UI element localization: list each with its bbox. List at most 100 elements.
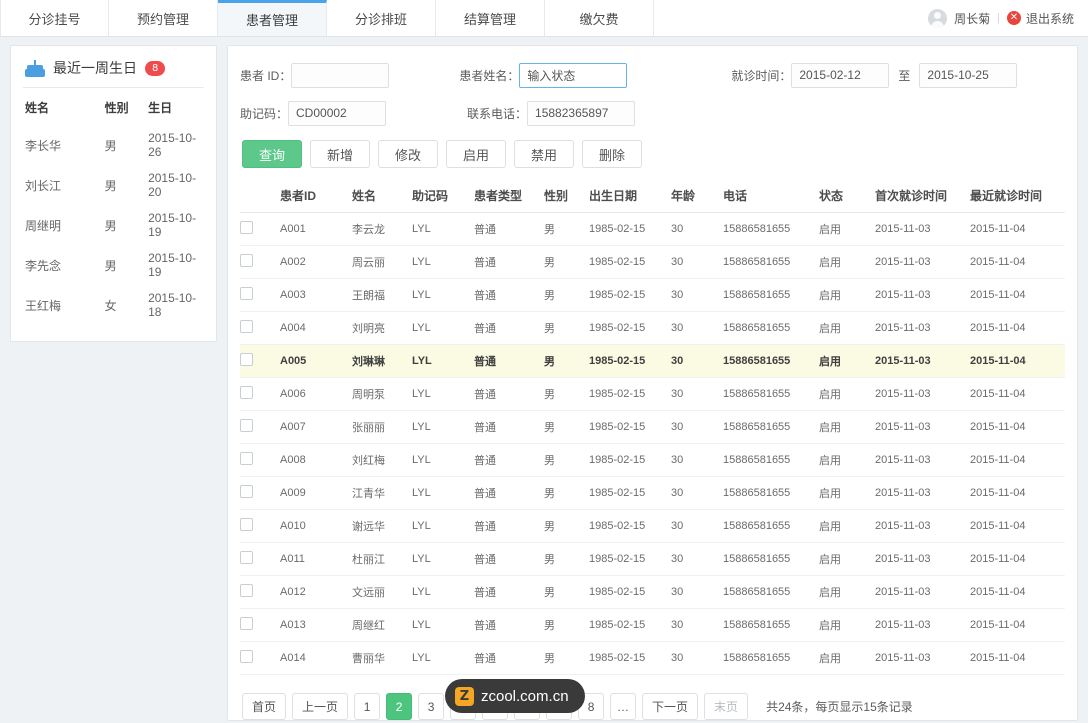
cell-last-visit: 2015-11-04 — [970, 245, 1065, 279]
cell-mnemonic: LYL — [412, 608, 474, 642]
table-row[interactable]: A010 谢远华 LYL 普通男 1985-02-15 30 15886581655 启用 20… — [240, 509, 1065, 543]
mnemonic-label: 助记码： — [240, 106, 289, 121]
tab-label: 缴欠费 — [579, 11, 619, 27]
top-navigation-bar: 分诊挂号 预约管理 患者管理 分诊排班 结算管理 缴欠费 周长菊 | ✕ 退出系… — [0, 0, 1088, 37]
cell-last-visit: 2015-11-04 — [970, 608, 1065, 642]
table-row[interactable]: A003 王朗福 LYL 普通男 1985-02-15 30 15886581655 启用 20… — [240, 278, 1065, 312]
tab-huanzhe-guanli[interactable]: 患者管理 — [218, 0, 327, 36]
col-patient-id: 患者ID — [280, 180, 352, 213]
table-row[interactable]: A004 刘明亮 LYL 普通男 1985-02-15 30 15886581655 启用 20… — [240, 311, 1065, 345]
table-row[interactable]: A006 周明泵 LYL 普通男 1985-02-15 30 15886581655 启用 20… — [240, 377, 1065, 411]
table-row[interactable]: A008 刘红梅 LYL 普通男 1985-02-15 30 15886581655 启用 20… — [240, 443, 1065, 477]
disable-button[interactable]: 禁用 — [514, 140, 574, 168]
next-page-button[interactable]: 下一页 — [642, 693, 699, 720]
cell-mnemonic: LYL — [412, 443, 474, 477]
row-checkbox[interactable] — [240, 221, 253, 234]
row-checkbox-cell — [240, 641, 280, 675]
cell-mnemonic: LYL — [412, 641, 474, 675]
table-row[interactable]: A007 张丽丽 LYL 普通男 1985-02-15 30 15886581655 启用 20… — [240, 410, 1065, 444]
table-row[interactable]: A001 李云龙 LYL 普通男 1985-02-15 30 15886581655 启用 20… — [240, 212, 1065, 246]
table-row[interactable]: A014 曹丽华 LYL 普通男 1985-02-15 30 15886581655 启用 20… — [240, 641, 1065, 675]
first-page-button[interactable]: 首页 — [242, 693, 287, 720]
enable-button[interactable]: 启用 — [446, 140, 506, 168]
cell-phone: 15886581655 — [723, 311, 819, 345]
tab-yuyue-guanli[interactable]: 预约管理 — [109, 0, 218, 36]
row-checkbox[interactable] — [240, 617, 253, 630]
row-checkbox[interactable] — [240, 584, 253, 597]
last-page-button[interactable]: 末页 — [704, 693, 749, 720]
row-checkbox[interactable] — [240, 320, 253, 333]
birthday-gender: 男 — [104, 138, 117, 153]
cell-first-visit: 2015-11-03 — [875, 542, 970, 576]
row-checkbox[interactable] — [240, 650, 253, 663]
cell-mnemonic: LYL — [412, 410, 474, 444]
cell-age: 30 — [671, 212, 723, 246]
delete-button[interactable]: 删除 — [582, 140, 642, 168]
row-checkbox[interactable] — [240, 254, 253, 267]
cell-phone: 15886581655 — [723, 344, 819, 378]
tab-label: 患者管理 — [245, 13, 298, 28]
table-row[interactable]: A011 杜丽江 LYL 普通男 1985-02-15 30 15886581655 启用 20… — [240, 542, 1065, 576]
birthday-count-badge: 8 — [145, 60, 166, 76]
row-checkbox[interactable] — [240, 518, 253, 531]
list-item[interactable]: 王红梅 女 2015-10-18 — [23, 285, 204, 325]
visit-date-to-input[interactable] — [919, 62, 1018, 88]
list-item[interactable]: 李先念 男 2015-10-19 — [23, 245, 204, 285]
page-button-1[interactable]: 1 — [354, 693, 381, 720]
tab-fenzhen-paiban[interactable]: 分诊排班 — [327, 0, 436, 36]
prev-page-button[interactable]: 上一页 — [292, 693, 349, 720]
visit-date-from-input[interactable] — [791, 62, 890, 88]
cell-patient-id: A012 — [280, 575, 352, 609]
cell-first-visit: 2015-11-03 — [875, 278, 970, 312]
phone-input[interactable] — [527, 100, 636, 126]
zcool-watermark: Z zcool.com.cn — [445, 679, 585, 713]
page-button-3[interactable]: 3 — [418, 693, 445, 720]
cell-phone: 15886581655 — [723, 245, 819, 279]
patient-name-input[interactable] — [519, 62, 628, 88]
row-checkbox[interactable] — [240, 386, 253, 399]
table-row[interactable]: A013 周继红 LYL 普通男 1985-02-15 30 15886581655 启用 20… — [240, 608, 1065, 642]
tab-jiesuan-guanli[interactable]: 结算管理 — [436, 0, 545, 36]
row-checkbox[interactable] — [240, 419, 253, 432]
cell-name: 周云丽 — [352, 245, 412, 279]
list-item[interactable]: 周继明 男 2015-10-19 — [23, 205, 204, 245]
table-row[interactable]: A002 周云丽 LYL 普通男 1985-02-15 30 15886581655 启用 20… — [240, 245, 1065, 279]
col-name: 姓名 — [352, 180, 412, 213]
cell-first-visit: 2015-11-03 — [875, 476, 970, 510]
col-status: 状态 — [819, 180, 875, 213]
edit-button[interactable]: 修改 — [378, 140, 438, 168]
tab-fenzhen-guahao[interactable]: 分诊挂号 — [0, 0, 109, 36]
logout-button[interactable]: ✕ 退出系统 — [1006, 10, 1074, 27]
cell-status: 启用 — [819, 212, 875, 246]
cell-status: 启用 — [819, 509, 875, 543]
cell-age: 30 — [671, 542, 723, 576]
cell-birth-date: 1985-02-15 — [589, 608, 671, 642]
tab-jiao-qianfei[interactable]: 缴欠费 — [545, 0, 654, 36]
cell-mnemonic: LYL — [412, 344, 474, 378]
add-button[interactable]: 新增 — [310, 140, 370, 168]
cell-gender: 男 — [544, 377, 589, 411]
table-row[interactable]: A012 文远丽 LYL 普通男 1985-02-15 30 15886581655 启用 20… — [240, 575, 1065, 609]
row-checkbox[interactable] — [240, 452, 253, 465]
col-gender: 性别 — [544, 180, 589, 213]
page-button-2[interactable]: 2 — [386, 693, 413, 720]
cell-patient-type: 普通 — [474, 509, 544, 543]
table-row[interactable]: A005 刘琳琳 LYL 普通男 1985-02-15 30 15886581655 启用 20… — [240, 344, 1065, 378]
cell-birth-date: 1985-02-15 — [589, 311, 671, 345]
row-checkbox[interactable] — [240, 287, 253, 300]
row-checkbox[interactable] — [240, 353, 253, 366]
table-row[interactable]: A009 江青华 LYL 普通男 1985-02-15 30 15886581655 启用 20… — [240, 476, 1065, 510]
patient-id-input[interactable] — [291, 62, 390, 88]
mnemonic-input[interactable] — [288, 100, 387, 126]
cell-age: 30 — [671, 245, 723, 279]
query-button[interactable]: 查询 — [242, 140, 302, 168]
list-item[interactable]: 李长华 男 2015-10-26 — [23, 125, 204, 165]
cell-name: 周明泵 — [352, 377, 412, 411]
row-checkbox[interactable] — [240, 551, 253, 564]
row-checkbox[interactable] — [240, 485, 253, 498]
cell-status: 启用 — [819, 575, 875, 609]
cell-patient-type: 普通 — [474, 212, 544, 246]
list-item[interactable]: 刘长江 男 2015-10-20 — [23, 165, 204, 205]
zcool-logo-icon: Z — [455, 686, 474, 706]
birthday-name: 王红梅 — [25, 298, 62, 313]
